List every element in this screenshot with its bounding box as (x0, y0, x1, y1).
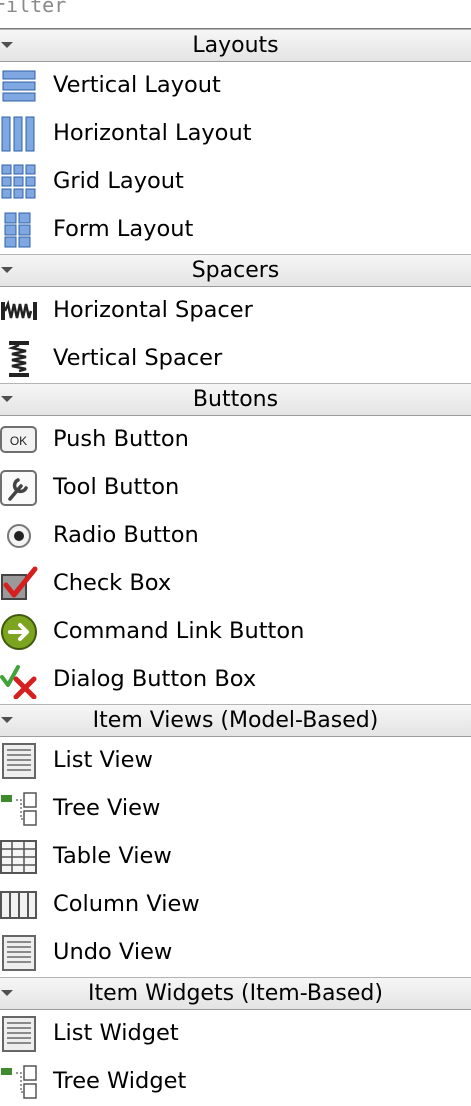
widget-item-label: Dialog Button Box (53, 666, 257, 692)
widget-item-label: Horizontal Layout (53, 120, 252, 146)
widget-item-label: Tree Widget (53, 1068, 187, 1094)
category-header-item-widgets-item-based[interactable]: Item Widgets (Item-Based) (0, 977, 471, 1010)
widget-item-list-widget[interactable]: List Widget (0, 1010, 471, 1058)
widget-item-label: Horizontal Spacer (53, 297, 253, 323)
widget-item-label: Command Link Button (53, 618, 305, 644)
widget-item-tree-view[interactable]: Tree View (0, 785, 471, 833)
category-title: Spacers (191, 258, 280, 283)
category-title: Item Widgets (Item-Based) (88, 981, 383, 1006)
widget-item-command-link-button[interactable]: Command Link Button (0, 608, 471, 656)
filter-box (0, 0, 471, 29)
table-view-icon (0, 838, 38, 876)
widget-item-tool-button[interactable]: Tool Button (0, 464, 471, 512)
widget-box-list: Layouts Vertical Layout Horizontal Layout G… (0, 29, 471, 1106)
widget-item-label: List View (53, 747, 153, 773)
command-link-icon (0, 613, 38, 651)
widget-item-radio-button[interactable]: Radio Button (0, 512, 471, 560)
horizontal-layout-icon (0, 115, 38, 153)
widget-item-label: Vertical Layout (53, 72, 221, 98)
category-title: Layouts (192, 33, 279, 58)
category-header-spacers[interactable]: Spacers (0, 254, 471, 287)
widget-item-label: Push Button (53, 426, 189, 452)
check-box-icon (0, 565, 38, 603)
widget-item-column-view[interactable]: Column View (0, 881, 471, 929)
widget-item-label: Radio Button (53, 522, 199, 548)
svg-text:OK: OK (10, 434, 27, 448)
widget-item-label: Tree View (53, 795, 161, 821)
form-layout-icon (0, 211, 38, 249)
widget-item-list-view[interactable]: List View (0, 737, 471, 785)
widget-item-label: Form Layout (53, 216, 194, 242)
column-view-icon (0, 886, 38, 924)
widget-item-vertical-layout[interactable]: Vertical Layout (0, 62, 471, 110)
list-widget-icon (0, 1015, 38, 1053)
undo-view-icon (0, 934, 38, 972)
push-button-icon: OK (0, 421, 38, 459)
widget-item-grid-layout[interactable]: Grid Layout (0, 158, 471, 206)
vertical-layout-icon (0, 67, 38, 105)
widget-item-horizontal-spacer[interactable]: Horizontal Spacer (0, 287, 471, 335)
widget-item-label: List Widget (53, 1020, 179, 1046)
widget-item-label: Undo View (53, 939, 173, 965)
filter-input[interactable] (0, 0, 464, 18)
category-header-item-views-model-based[interactable]: Item Views (Model-Based) (0, 704, 471, 737)
tool-button-icon (0, 469, 38, 507)
widget-item-label: Grid Layout (53, 168, 184, 194)
widget-item-push-button[interactable]: OK Push Button (0, 416, 471, 464)
widget-item-label: Column View (53, 891, 200, 917)
tree-widget-icon (0, 1063, 38, 1101)
category-title: Buttons (192, 387, 279, 412)
widget-item-form-layout[interactable]: Form Layout (0, 206, 471, 254)
widget-item-horizontal-layout[interactable]: Horizontal Layout (0, 110, 471, 158)
widget-item-label: Tool Button (53, 474, 180, 500)
list-view-icon (0, 742, 38, 780)
category-header-buttons[interactable]: Buttons (0, 383, 471, 416)
category-header-layouts[interactable]: Layouts (0, 29, 471, 62)
widget-item-tree-widget[interactable]: Tree Widget (0, 1058, 471, 1106)
radio-button-icon (0, 517, 38, 555)
category-title: Item Views (Model-Based) (92, 708, 379, 733)
widget-item-label: Table View (53, 843, 172, 869)
widget-item-undo-view[interactable]: Undo View (0, 929, 471, 977)
widget-item-check-box[interactable]: Check Box (0, 560, 471, 608)
horizontal-spacer-icon (0, 292, 38, 330)
widget-item-vertical-spacer[interactable]: Vertical Spacer (0, 335, 471, 383)
vertical-spacer-icon (0, 340, 38, 378)
widget-item-table-view[interactable]: Table View (0, 833, 471, 881)
grid-layout-icon (0, 163, 38, 201)
widget-item-label: Vertical Spacer (53, 345, 223, 371)
widget-item-dialog-button-box[interactable]: Dialog Button Box (0, 656, 471, 704)
tree-view-icon (0, 790, 38, 828)
dialog-button-box-icon (0, 661, 38, 699)
widget-item-label: Check Box (53, 570, 172, 596)
